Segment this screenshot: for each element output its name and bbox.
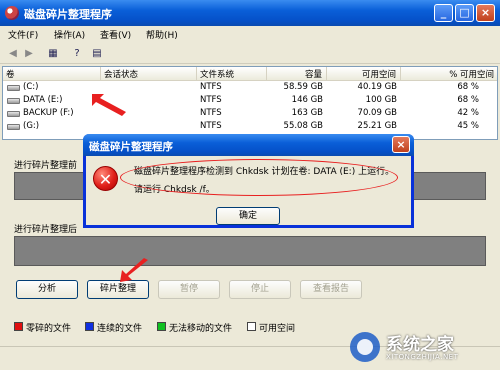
stop-button[interactable]: 停止 — [229, 280, 291, 299]
annotation-arrow-icon — [92, 94, 126, 116]
menu-bar: 文件(F) 操作(A) 查看(V) 帮助(H) — [0, 26, 500, 44]
after-defrag-label: 进行碎片整理后 — [14, 225, 78, 235]
annotation-ellipse — [120, 159, 398, 196]
drive-icon — [7, 98, 20, 104]
list-view-icon[interactable]: ▦ — [46, 47, 60, 60]
volume-capacity: 163 GB — [291, 108, 323, 118]
legend-swatch-free — [247, 322, 256, 331]
volume-free: 40.19 GB — [357, 82, 397, 92]
help-icon[interactable]: ? — [70, 47, 84, 60]
dialog-title-bar: 磁盘碎片整理程序 × — [83, 134, 414, 156]
menu-action[interactable]: 操作(A) — [54, 28, 85, 41]
properties-icon[interactable]: ▤ — [90, 47, 104, 60]
watermark-logo-icon — [350, 332, 380, 362]
column-percent-free[interactable]: % 可用空间 — [401, 67, 497, 81]
maximize-button[interactable]: □ — [455, 4, 474, 22]
dialog-title: 磁盘碎片整理程序 — [89, 141, 173, 153]
legend-contiguous: 连续的文件 — [97, 324, 143, 334]
legend-free-space: 可用空间 — [259, 324, 296, 334]
toolbar: ◀ ▶ ▦ ? ▤ — [0, 44, 500, 64]
view-report-button[interactable]: 查看报告 — [300, 280, 362, 299]
volume-free: 25.21 GB — [357, 121, 397, 131]
volume-fs: NTFS — [200, 108, 222, 118]
volume-row[interactable]: BACKUP (F:) NTFS 163 GB 70.09 GB 42 % — [3, 108, 497, 120]
volume-capacity: 58.59 GB — [283, 82, 323, 92]
volume-name: (G:) — [23, 121, 40, 131]
volume-percent: 42 % — [457, 108, 479, 118]
volume-fs: NTFS — [200, 95, 222, 105]
dialog-close-button[interactable]: × — [392, 136, 410, 153]
window-title: 磁盘碎片整理程序 — [24, 8, 112, 21]
volume-name: DATA (E:) — [23, 95, 63, 105]
app-icon — [5, 6, 19, 20]
watermark-url: XITONGZHIJIA.NET — [386, 353, 459, 361]
menu-help[interactable]: 帮助(H) — [146, 28, 178, 41]
volume-name: BACKUP (F:) — [23, 108, 74, 118]
volume-percent: 45 % — [457, 121, 479, 131]
column-file-system[interactable]: 文件系统 — [197, 67, 267, 81]
drive-icon — [7, 124, 20, 130]
column-capacity[interactable]: 容量 — [267, 67, 327, 81]
volume-row[interactable]: DATA (E:) NTFS 146 GB 100 GB 68 % — [3, 95, 497, 107]
menu-view[interactable]: 查看(V) — [100, 28, 131, 41]
column-free-space[interactable]: 可用空间 — [327, 67, 401, 81]
menu-file[interactable]: 文件(F) — [8, 28, 38, 41]
column-session-status[interactable]: 会话状态 — [101, 67, 197, 81]
column-volume[interactable]: 卷 — [3, 67, 101, 81]
back-arrow-icon[interactable]: ◀ — [6, 47, 20, 60]
volume-free: 70.09 GB — [357, 108, 397, 118]
legend-swatch-contiguous — [85, 322, 94, 331]
volume-fs: NTFS — [200, 121, 222, 131]
volume-row[interactable]: (C:) NTFS 58.59 GB 40.19 GB 68 % — [3, 82, 497, 94]
minimize-button[interactable]: _ — [434, 4, 453, 22]
volume-row[interactable]: (G:) NTFS 55.08 GB 25.21 GB 45 % — [3, 121, 497, 133]
volume-percent: 68 % — [457, 95, 479, 105]
watermark: 系统之家 XITONGZHIJIA.NET — [348, 326, 498, 368]
annotation-arrow-icon — [120, 258, 148, 282]
volume-free: 100 GB — [365, 95, 397, 105]
error-icon: ✕ — [93, 166, 118, 191]
drive-icon — [7, 85, 20, 91]
pause-button[interactable]: 暂停 — [158, 280, 220, 299]
volume-list: 卷 会话状态 文件系统 容量 可用空间 % 可用空间 (C:) NTFS 58.… — [2, 66, 498, 140]
volume-name: (C:) — [23, 82, 39, 92]
volume-percent: 68 % — [457, 82, 479, 92]
legend-fragmented: 零碎的文件 — [26, 324, 72, 334]
legend-swatch-fragmented — [14, 322, 23, 331]
volume-capacity: 146 GB — [291, 95, 323, 105]
analyze-button[interactable]: 分析 — [16, 280, 78, 299]
after-defrag-display — [14, 236, 486, 266]
legend-swatch-unmovable — [157, 322, 166, 331]
drive-icon — [7, 111, 20, 117]
forward-arrow-icon[interactable]: ▶ — [22, 47, 36, 60]
volume-fs: NTFS — [200, 82, 222, 92]
legend-unmovable: 无法移动的文件 — [169, 324, 233, 334]
close-button[interactable]: × — [476, 4, 495, 22]
before-defrag-label: 进行碎片整理前 — [14, 161, 78, 171]
watermark-brand: 系统之家 — [386, 335, 454, 355]
volume-capacity: 55.08 GB — [283, 121, 323, 131]
title-bar: 磁盘碎片整理程序 _ □ × — [0, 0, 500, 26]
ok-button[interactable]: 确定 — [216, 207, 280, 225]
